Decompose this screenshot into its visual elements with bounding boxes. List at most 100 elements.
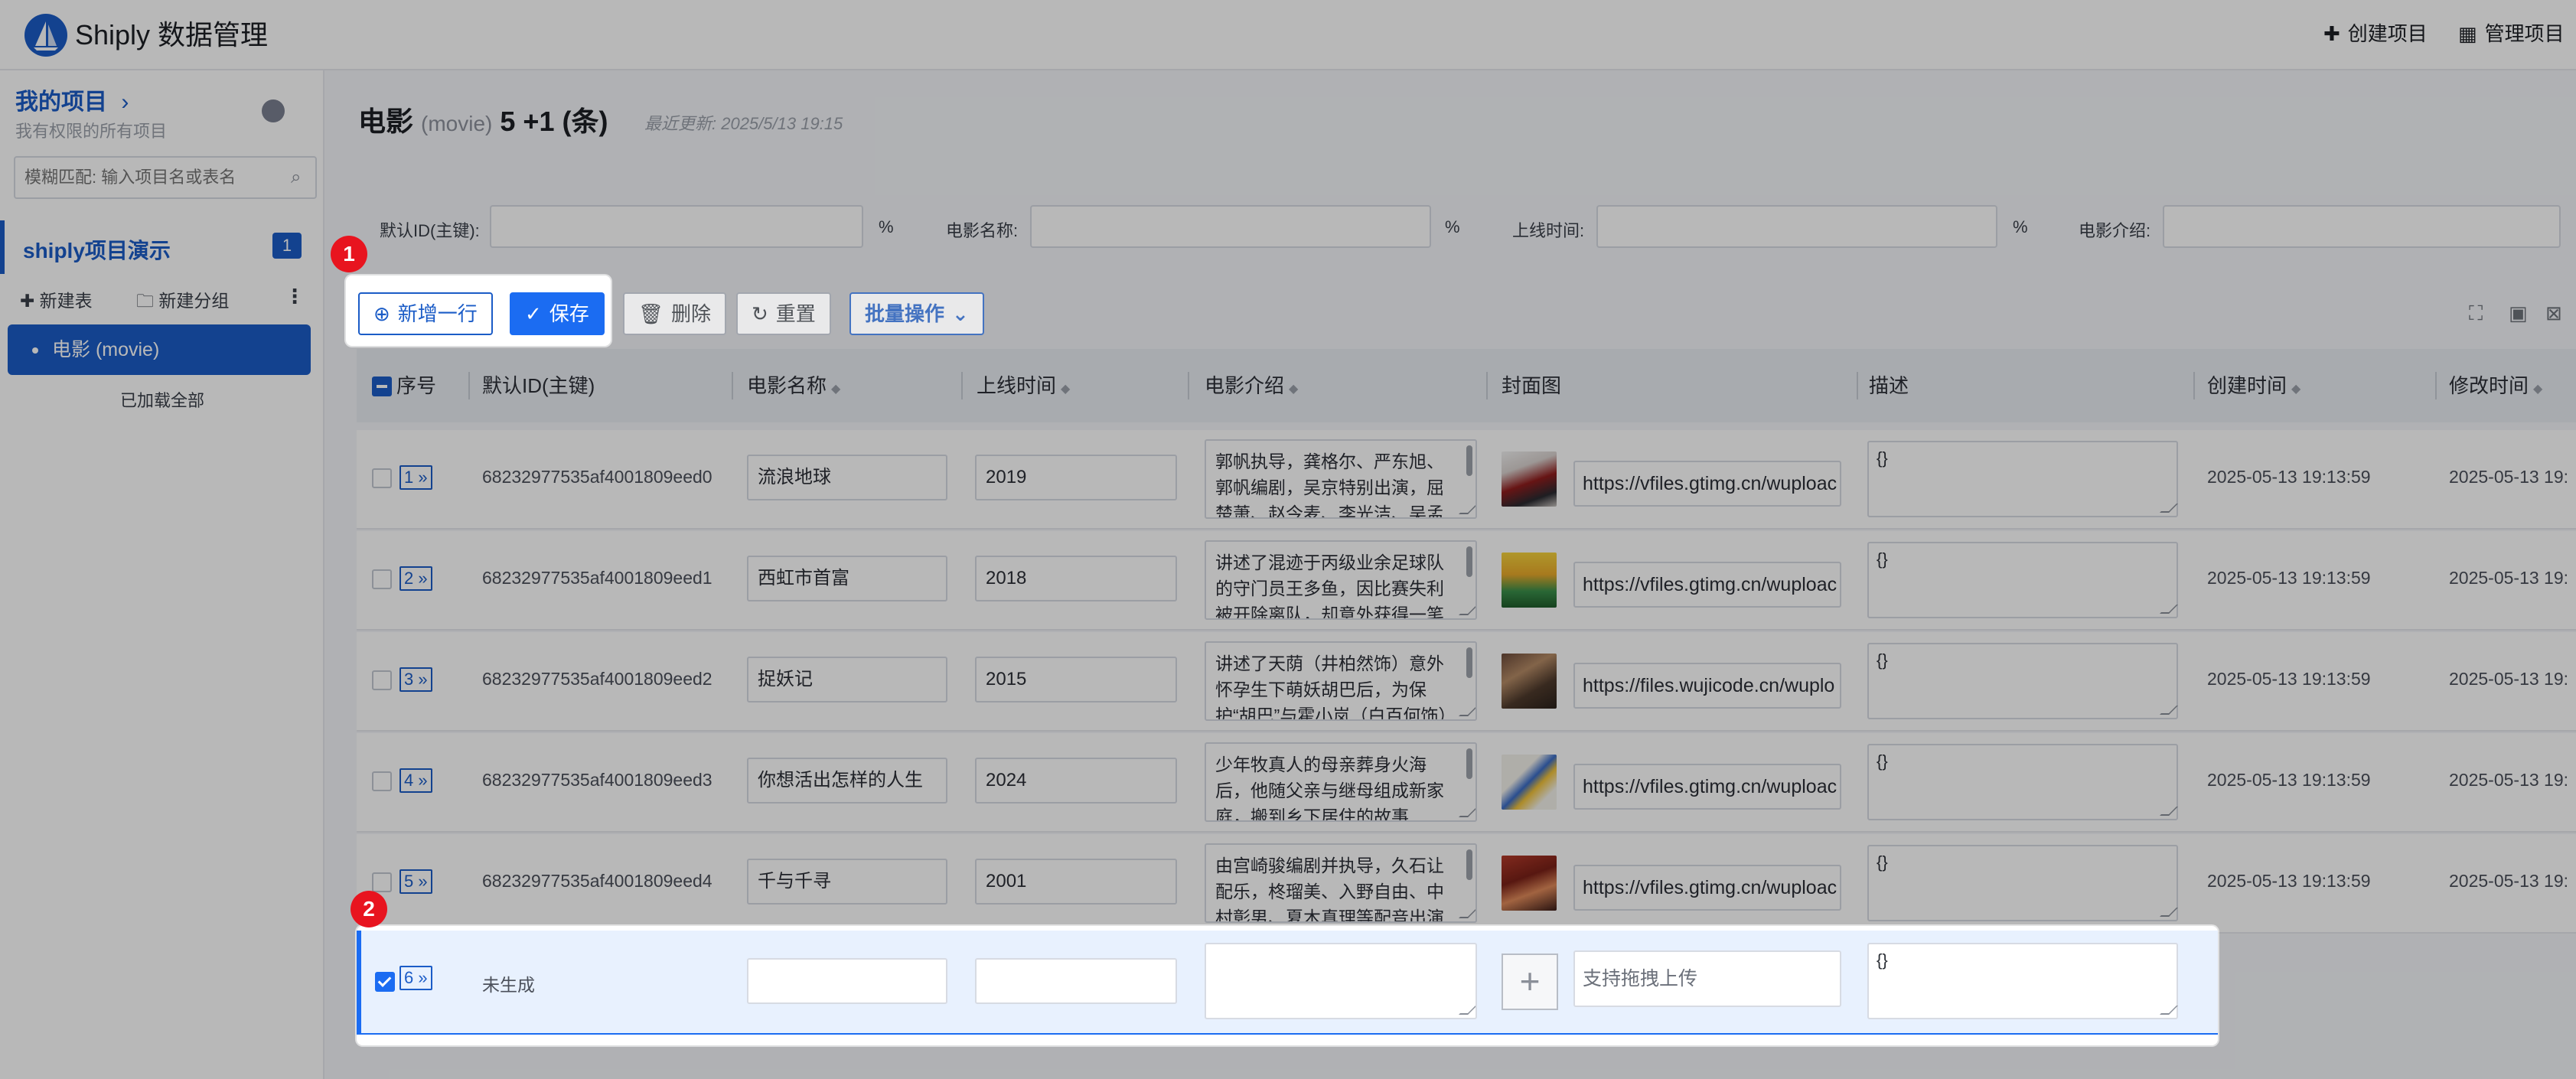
- resize-handle-icon[interactable]: [2160, 807, 2178, 816]
- sort-icon[interactable]: ◆: [2291, 383, 2300, 396]
- sort-icon[interactable]: ◆: [831, 383, 840, 396]
- cell-name-input[interactable]: 流浪地球: [747, 455, 947, 500]
- cell-intro-textarea[interactable]: 讲述了混迹于丙级业余足球队的守门员王多鱼，因比赛失利被开除离队，却意外获得一笔钱: [1205, 540, 1477, 620]
- resize-handle-icon[interactable]: [1459, 909, 1475, 918]
- column-header-modified[interactable]: 修改时间 ◆: [2449, 349, 2542, 422]
- row-checkbox[interactable]: [372, 569, 392, 589]
- scrollbar[interactable]: [1466, 748, 1472, 779]
- cell-desc-textarea[interactable]: {}: [1867, 643, 2178, 719]
- new-group-button[interactable]: 🗀 新建分组: [136, 286, 229, 318]
- upload-plus-button[interactable]: +: [1502, 953, 1558, 1010]
- table-row[interactable]: 5 » 68232977535af4001809eed4 千与千寻 2001 由…: [357, 834, 2576, 934]
- cell-cover-url-input[interactable]: https://vfiles.gtimg.cn/wuploac: [1573, 562, 1841, 608]
- cell-name-input[interactable]: 千与千寻: [747, 859, 947, 905]
- cell-desc-textarea[interactable]: {}: [1867, 845, 2178, 921]
- row-checkbox[interactable]: [372, 771, 392, 791]
- cell-cover-url-input[interactable]: https://vfiles.gtimg.cn/wuploac: [1573, 461, 1841, 507]
- new-desc-textarea[interactable]: {}: [1867, 943, 2178, 1019]
- cell-cover-url-input[interactable]: https://vfiles.gtimg.cn/wuploac: [1573, 764, 1841, 810]
- cell-intro-textarea[interactable]: 郭帆执导，龚格尔、严东旭、郭帆编剧，吴京特别出演，屈楚萧、赵今麦、李光洁、吴孟达: [1205, 439, 1477, 519]
- table-row[interactable]: 1 » 68232977535af4001809eed0 流浪地球 2019 郭…: [357, 430, 2576, 530]
- new-release-input[interactable]: [975, 958, 1177, 1004]
- more-vertical-icon[interactable]: ⋮: [285, 285, 305, 308]
- filter-date-input[interactable]: [1596, 205, 1997, 248]
- resize-handle-icon[interactable]: [2160, 605, 2178, 614]
- add-row-button[interactable]: ⊕ 新增一行: [358, 292, 493, 335]
- column-header-name[interactable]: 电影名称 ◆: [747, 349, 840, 422]
- cell-intro-textarea[interactable]: 少年牧真人的母亲葬身火海后，他随父亲与继母组成新家庭，搬到乡下居住的故事: [1205, 742, 1477, 822]
- resize-handle-icon[interactable]: [2160, 706, 2178, 715]
- cover-thumbnail[interactable]: [1502, 755, 1557, 810]
- resize-handle-icon[interactable]: [1459, 606, 1475, 615]
- row-expand-button[interactable]: 4 »: [399, 768, 432, 793]
- create-project-button[interactable]: ✚ 创建项目: [2323, 18, 2428, 49]
- row-expand-button[interactable]: 3 »: [399, 667, 432, 692]
- resize-handle-icon[interactable]: [2160, 908, 2178, 917]
- manage-projects-button[interactable]: ▦ 管理项目: [2458, 18, 2565, 49]
- cell-release-input[interactable]: 2015: [975, 657, 1177, 702]
- row-expand-button[interactable]: 6 »: [399, 966, 432, 990]
- cell-intro-textarea[interactable]: 由宫崎骏编剧并执导，久石让配乐，柊瑠美、入野自由、中村彰男、夏木真理等配音出演: [1205, 843, 1477, 923]
- cell-desc-textarea[interactable]: {}: [1867, 542, 2178, 618]
- filter-name-input[interactable]: [1030, 205, 1431, 248]
- row-checkbox[interactable]: [372, 670, 392, 690]
- row-checkbox-checked[interactable]: [375, 972, 395, 992]
- export-icon[interactable]: ⊠: [2545, 302, 2562, 325]
- table-row[interactable]: 3 » 68232977535af4001809eed2 捉妖记 2015 讲述…: [357, 632, 2576, 732]
- sort-icon[interactable]: ◆: [2533, 383, 2542, 396]
- globe-icon[interactable]: [262, 99, 285, 122]
- cover-thumbnail[interactable]: [1502, 553, 1557, 608]
- column-header-intro[interactable]: 电影介绍 ◆: [1205, 349, 1298, 422]
- row-expand-button[interactable]: 1 »: [399, 465, 432, 490]
- cell-cover-url-input[interactable]: https://files.wujicode.cn/wuplo: [1573, 663, 1841, 709]
- fullscreen-icon[interactable]: ⛶: [2469, 302, 2483, 326]
- cover-thumbnail[interactable]: [1502, 654, 1557, 709]
- cover-thumbnail[interactable]: [1502, 856, 1557, 911]
- delete-button[interactable]: 🗑 删除: [623, 292, 727, 335]
- scrollbar[interactable]: [1466, 647, 1472, 678]
- new-name-input[interactable]: [747, 958, 947, 1004]
- column-header-id[interactable]: 默认ID(主键): [482, 349, 595, 422]
- scrollbar[interactable]: [1466, 546, 1472, 577]
- batch-operations-dropdown[interactable]: 批量操作 ⌄: [849, 292, 984, 335]
- cell-name-input[interactable]: 捉妖记: [747, 657, 947, 702]
- table-row[interactable]: 2 » 68232977535af4001809eed1 西虹市首富 2018 …: [357, 531, 2576, 631]
- project-search-input[interactable]: [14, 156, 317, 199]
- row-expand-button[interactable]: 5 »: [399, 869, 432, 894]
- column-header-release[interactable]: 上线时间 ◆: [977, 349, 1070, 422]
- resize-handle-icon[interactable]: [1459, 808, 1475, 817]
- sort-icon[interactable]: ◆: [1289, 383, 1298, 396]
- row-checkbox[interactable]: [372, 872, 392, 892]
- cell-name-input[interactable]: 西虹市首富: [747, 556, 947, 601]
- cell-release-input[interactable]: 2001: [975, 859, 1177, 905]
- resize-handle-icon[interactable]: [1459, 707, 1475, 716]
- save-button[interactable]: ✓ 保存: [510, 292, 605, 335]
- resize-handle-icon[interactable]: [1459, 505, 1475, 514]
- column-header-created[interactable]: 创建时间 ◆: [2207, 349, 2300, 422]
- resize-handle-icon[interactable]: [1459, 1006, 1475, 1015]
- my-projects-link[interactable]: 我的项目 ›: [15, 83, 129, 116]
- cover-thumbnail[interactable]: [1502, 451, 1557, 507]
- resize-handle-icon[interactable]: [2160, 1006, 2178, 1015]
- reset-button[interactable]: ↻ 重置: [736, 292, 831, 335]
- row-expand-button[interactable]: 2 »: [399, 566, 432, 591]
- row-checkbox[interactable]: [372, 468, 392, 488]
- cell-release-input[interactable]: 2024: [975, 758, 1177, 804]
- new-table-row[interactable]: 6 » 未生成 + 支持拖拽上传 {}: [357, 931, 2218, 1035]
- new-intro-textarea[interactable]: [1205, 943, 1477, 1019]
- cell-desc-textarea[interactable]: {}: [1867, 744, 2178, 820]
- cell-name-input[interactable]: 你想活出怎样的人生: [747, 758, 947, 804]
- scrollbar[interactable]: [1466, 849, 1472, 880]
- filter-intro-input[interactable]: [2163, 205, 2561, 248]
- table-row[interactable]: 4 » 68232977535af4001809eed3 你想活出怎样的人生 2…: [357, 733, 2576, 833]
- sidebar-item-movie[interactable]: 电影 (movie): [8, 324, 311, 375]
- image-icon[interactable]: ▣: [2509, 302, 2528, 325]
- upload-drop-zone[interactable]: 支持拖拽上传: [1573, 950, 1841, 1007]
- cell-release-input[interactable]: 2019: [975, 455, 1177, 500]
- cell-cover-url-input[interactable]: https://vfiles.gtimg.cn/wuploac: [1573, 865, 1841, 911]
- cell-release-input[interactable]: 2018: [975, 556, 1177, 601]
- cell-desc-textarea[interactable]: {}: [1867, 441, 2178, 517]
- scrollbar[interactable]: [1466, 445, 1472, 476]
- select-all-checkbox[interactable]: [372, 377, 392, 396]
- filter-id-input[interactable]: [490, 205, 863, 248]
